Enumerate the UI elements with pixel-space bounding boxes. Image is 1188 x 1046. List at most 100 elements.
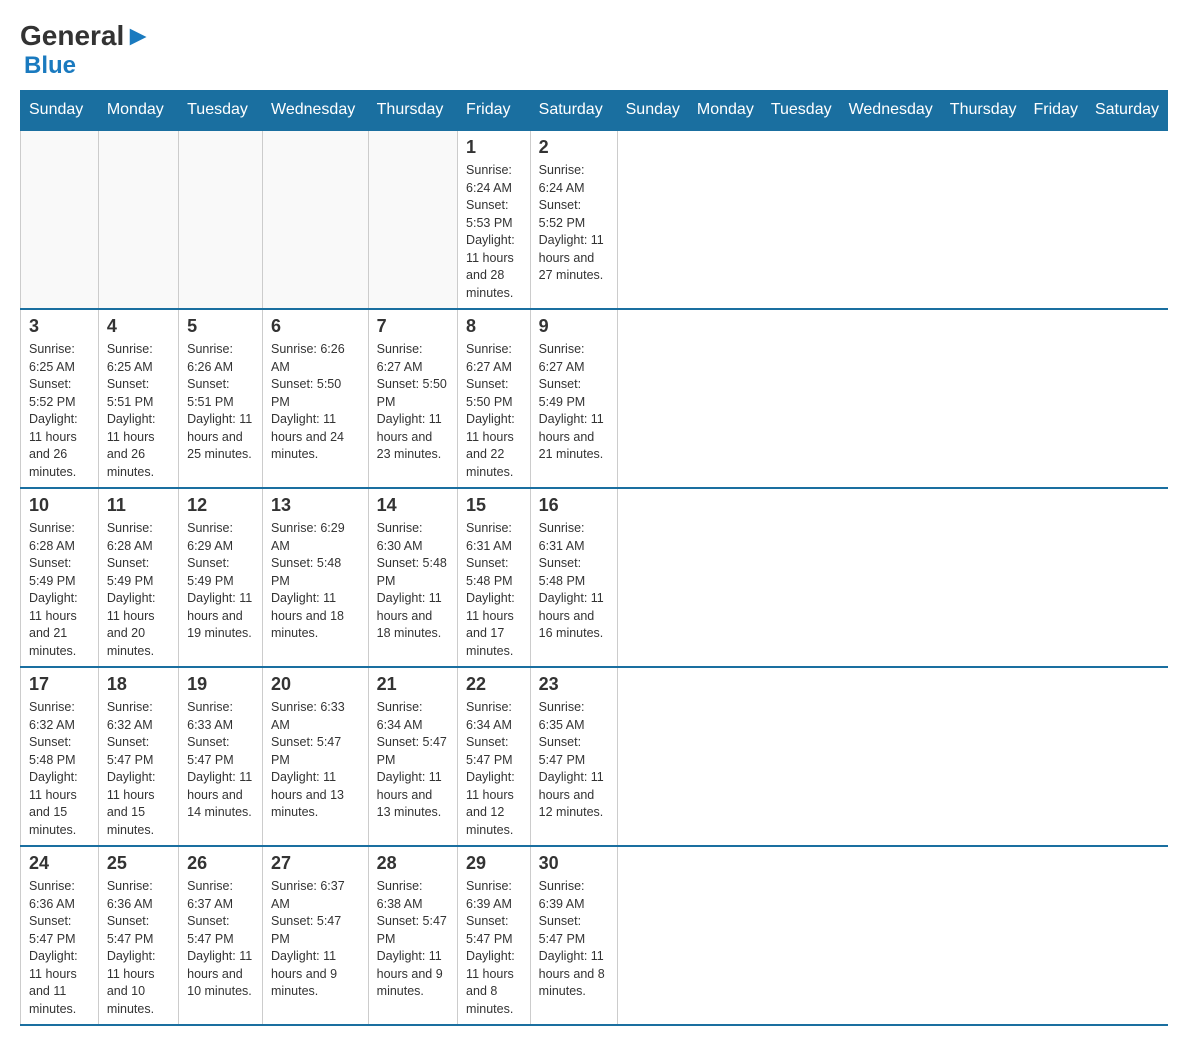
column-header-thursday: Thursday [941,91,1025,131]
day-number: 30 [539,853,609,874]
day-number: 8 [466,316,522,337]
day-info: Sunrise: 6:34 AM Sunset: 5:47 PM Dayligh… [377,699,449,822]
week-row-1: 1Sunrise: 6:24 AM Sunset: 5:53 PM Daylig… [21,130,1168,309]
day-number: 17 [29,674,90,695]
day-info: Sunrise: 6:31 AM Sunset: 5:48 PM Dayligh… [466,520,522,660]
day-number: 18 [107,674,170,695]
day-number: 4 [107,316,170,337]
day-cell: 5 Sunrise: 6:26 AM Sunset: 5:51 PM Daylig… [179,309,263,488]
day-cell [21,130,99,309]
day-cell: 1Sunrise: 6:24 AM Sunset: 5:53 PM Daylig… [458,130,531,309]
day-info: Sunrise: 6:33 AM Sunset: 5:47 PM Dayligh… [187,699,254,822]
day-cell: 6Sunrise: 6:26 AM Sunset: 5:50 PM Daylig… [263,309,369,488]
day-info: Sunrise: 6:25 AM Sunset: 5:52 PM Dayligh… [29,341,90,481]
day-number: 6 [271,316,360,337]
logo: General► Blue [20,20,152,80]
day-info: Sunrise: 6:35 AM Sunset: 5:47 PM Dayligh… [539,699,609,822]
day-cell: 10 Sunrise: 6:28 AM Sunset: 5:49 PM Dayli… [21,488,99,667]
day-info: Sunrise: 6:33 AM Sunset: 5:47 PM Dayligh… [271,699,360,822]
column-header-saturday: Saturday [530,91,617,131]
day-info: Sunrise: 6:28 AM Sunset: 5:49 PM Dayligh… [29,520,90,660]
column-header-wednesday: Wednesday [840,91,941,131]
day-number: 28 [377,853,449,874]
day-number: 3 [29,316,90,337]
day-number: 2 [539,137,609,158]
day-cell: 2 Sunrise: 6:24 AM Sunset: 5:52 PM Daylig… [530,130,617,309]
day-cell: 26 Sunrise: 6:37 AM Sunset: 5:47 PM Dayli… [179,846,263,1025]
day-number: 1 [466,137,522,158]
logo-blue-text: Blue [24,52,76,80]
day-cell [98,130,178,309]
column-header-sunday: Sunday [617,91,688,131]
day-info: Sunrise: 6:29 AM Sunset: 5:48 PM Dayligh… [271,520,360,643]
calendar-table: SundayMondayTuesdayWednesdayThursdayFrid… [20,90,1168,1026]
column-header-tuesday: Tuesday [179,91,263,131]
day-cell: 19 Sunrise: 6:33 AM Sunset: 5:47 PM Dayli… [179,667,263,846]
day-cell: 7 Sunrise: 6:27 AM Sunset: 5:50 PM Daylig… [368,309,457,488]
day-cell [368,130,457,309]
day-info: Sunrise: 6:37 AM Sunset: 5:47 PM Dayligh… [187,878,254,1001]
day-number: 11 [107,495,170,516]
page-header: General► Blue [20,20,1168,80]
column-header-wednesday: Wednesday [263,91,369,131]
week-row-2: 3 Sunrise: 6:25 AM Sunset: 5:52 PM Daylig… [21,309,1168,488]
day-cell: 8Sunrise: 6:27 AM Sunset: 5:50 PM Daylig… [458,309,531,488]
day-cell: 27Sunrise: 6:37 AM Sunset: 5:47 PM Dayli… [263,846,369,1025]
day-number: 26 [187,853,254,874]
day-cell: 21 Sunrise: 6:34 AM Sunset: 5:47 PM Dayli… [368,667,457,846]
day-cell [179,130,263,309]
week-row-5: 24 Sunrise: 6:36 AM Sunset: 5:47 PM Dayli… [21,846,1168,1025]
day-number: 15 [466,495,522,516]
day-info: Sunrise: 6:29 AM Sunset: 5:49 PM Dayligh… [187,520,254,643]
logo-general-text: General► [20,20,152,52]
day-info: Sunrise: 6:27 AM Sunset: 5:50 PM Dayligh… [377,341,449,464]
day-number: 25 [107,853,170,874]
column-header-sunday: Sunday [21,91,99,131]
day-cell: 30Sunrise: 6:39 AM Sunset: 5:47 PM Dayli… [530,846,617,1025]
column-header-tuesday: Tuesday [762,91,840,131]
week-row-3: 10 Sunrise: 6:28 AM Sunset: 5:49 PM Dayli… [21,488,1168,667]
day-info: Sunrise: 6:24 AM Sunset: 5:52 PM Dayligh… [539,162,609,285]
day-info: Sunrise: 6:28 AM Sunset: 5:49 PM Dayligh… [107,520,170,660]
day-cell: 11 Sunrise: 6:28 AM Sunset: 5:49 PM Dayli… [98,488,178,667]
day-number: 13 [271,495,360,516]
day-info: Sunrise: 6:39 AM Sunset: 5:47 PM Dayligh… [466,878,522,1018]
day-number: 16 [539,495,609,516]
column-header-friday: Friday [1025,91,1086,131]
week-row-4: 17Sunrise: 6:32 AM Sunset: 5:48 PM Dayli… [21,667,1168,846]
day-number: 24 [29,853,90,874]
day-cell: 28 Sunrise: 6:38 AM Sunset: 5:47 PM Dayli… [368,846,457,1025]
day-info: Sunrise: 6:38 AM Sunset: 5:47 PM Dayligh… [377,878,449,1001]
day-number: 14 [377,495,449,516]
column-header-monday: Monday [688,91,762,131]
day-cell: 9Sunrise: 6:27 AM Sunset: 5:49 PM Daylig… [530,309,617,488]
day-cell: 18 Sunrise: 6:32 AM Sunset: 5:47 PM Dayli… [98,667,178,846]
column-header-friday: Friday [458,91,531,131]
day-cell: 25Sunrise: 6:36 AM Sunset: 5:47 PM Dayli… [98,846,178,1025]
day-cell: 3 Sunrise: 6:25 AM Sunset: 5:52 PM Daylig… [21,309,99,488]
day-cell: 22Sunrise: 6:34 AM Sunset: 5:47 PM Dayli… [458,667,531,846]
day-cell: 14 Sunrise: 6:30 AM Sunset: 5:48 PM Dayli… [368,488,457,667]
day-info: Sunrise: 6:30 AM Sunset: 5:48 PM Dayligh… [377,520,449,643]
day-info: Sunrise: 6:25 AM Sunset: 5:51 PM Dayligh… [107,341,170,481]
day-info: Sunrise: 6:36 AM Sunset: 5:47 PM Dayligh… [29,878,90,1018]
column-header-thursday: Thursday [368,91,457,131]
day-number: 10 [29,495,90,516]
day-number: 19 [187,674,254,695]
day-number: 22 [466,674,522,695]
day-cell [263,130,369,309]
day-cell: 16 Sunrise: 6:31 AM Sunset: 5:48 PM Dayli… [530,488,617,667]
day-info: Sunrise: 6:32 AM Sunset: 5:47 PM Dayligh… [107,699,170,839]
day-cell: 15 Sunrise: 6:31 AM Sunset: 5:48 PM Dayli… [458,488,531,667]
day-info: Sunrise: 6:26 AM Sunset: 5:51 PM Dayligh… [187,341,254,464]
day-info: Sunrise: 6:31 AM Sunset: 5:48 PM Dayligh… [539,520,609,643]
day-cell: 17Sunrise: 6:32 AM Sunset: 5:48 PM Dayli… [21,667,99,846]
day-info: Sunrise: 6:27 AM Sunset: 5:49 PM Dayligh… [539,341,609,464]
day-info: Sunrise: 6:37 AM Sunset: 5:47 PM Dayligh… [271,878,360,1001]
day-number: 21 [377,674,449,695]
day-number: 29 [466,853,522,874]
day-cell: 12Sunrise: 6:29 AM Sunset: 5:49 PM Dayli… [179,488,263,667]
day-cell: 20Sunrise: 6:33 AM Sunset: 5:47 PM Dayli… [263,667,369,846]
day-number: 7 [377,316,449,337]
day-number: 5 [187,316,254,337]
